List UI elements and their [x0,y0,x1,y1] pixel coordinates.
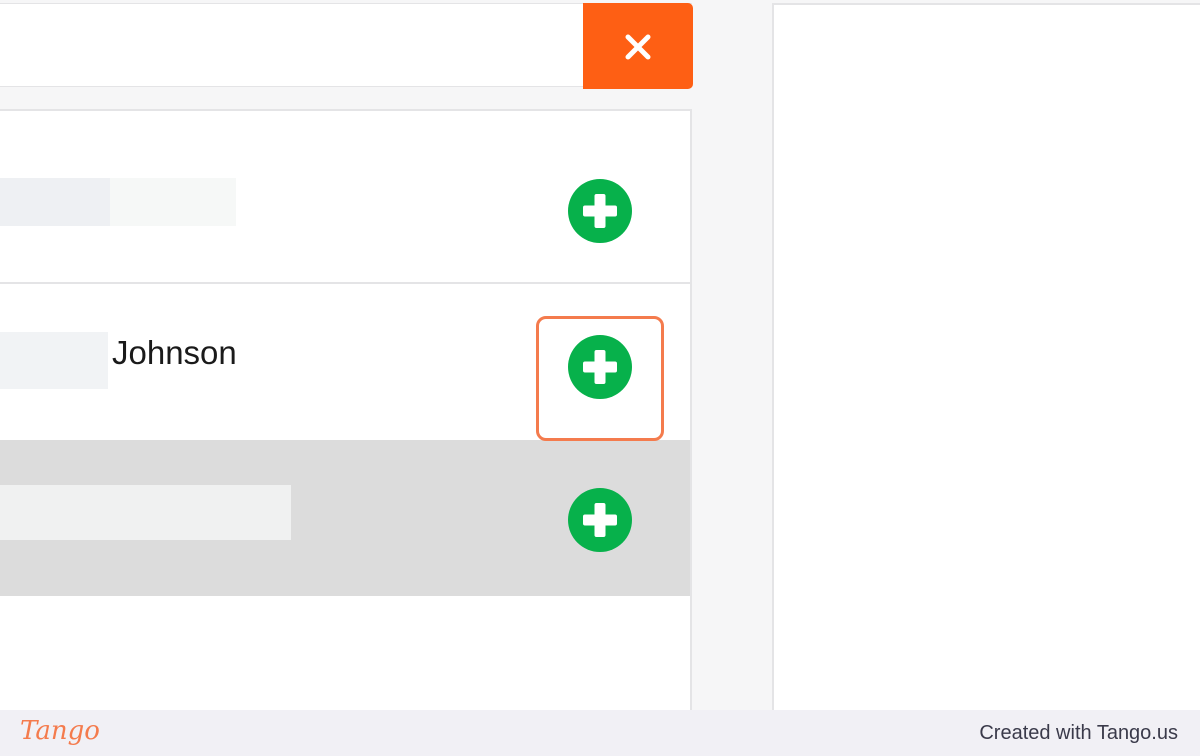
footer: Tango Created with Tango.us [0,710,1200,756]
credit-text: Created with Tango.us [979,722,1178,744]
redacted-text [110,178,236,226]
plus-circle-icon [568,488,632,552]
redacted-text [0,178,110,226]
close-icon [625,34,651,60]
redacted-text [0,332,108,389]
plus-circle-icon [568,179,632,243]
list-item [0,111,690,284]
step-highlight [536,316,664,441]
tango-logo: Tango [20,716,100,746]
list-item [0,440,690,596]
add-button[interactable] [567,178,633,244]
add-button[interactable] [567,487,633,553]
contact-name: Johnson [112,334,237,371]
redacted-text [0,485,291,540]
side-panel [772,3,1200,713]
close-button[interactable] [583,3,693,89]
